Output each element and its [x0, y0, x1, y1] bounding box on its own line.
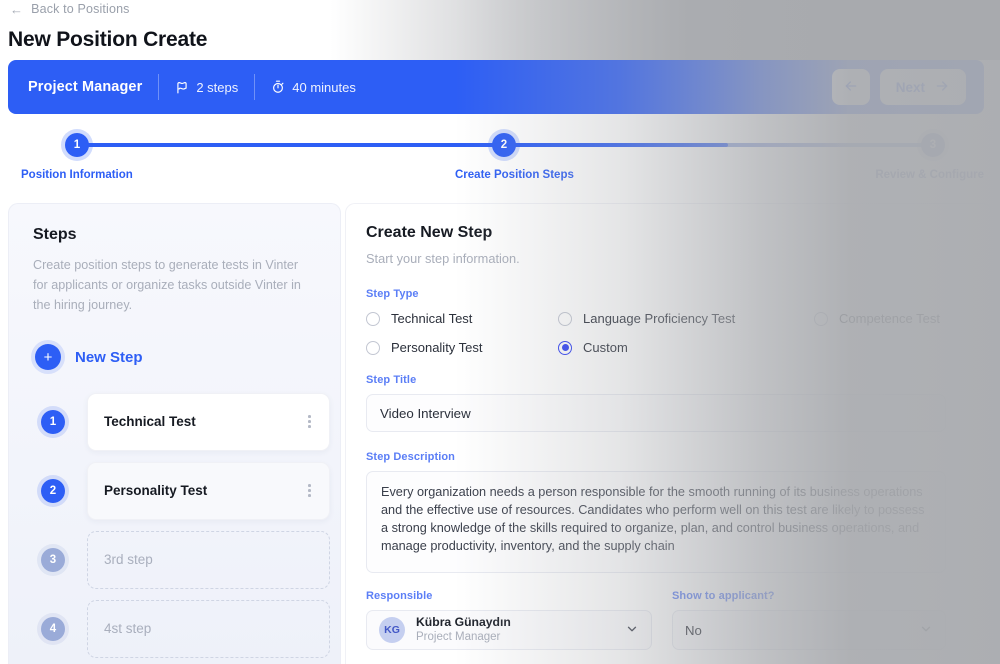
radio-technical-test[interactable]: Technical Test: [366, 311, 558, 326]
step-title-field-group: Step Title Video Interview: [366, 374, 946, 432]
step-type-radio-grid: Technical Test Language Proficiency Test…: [366, 311, 991, 355]
radio-circle-icon: [814, 311, 828, 326]
new-step-button[interactable]: + New Step: [35, 344, 340, 370]
step-card-placeholder-3[interactable]: 3rd step: [87, 530, 330, 589]
radio-personality-test[interactable]: Personality Test: [366, 340, 558, 355]
steps-list: 1 Technical Test 2 Personality Test 3 3r…: [9, 388, 340, 662]
steps-panel-title: Steps: [33, 226, 77, 243]
steps-meta: 2 steps: [175, 80, 238, 95]
step-card-technical-test[interactable]: Technical Test: [87, 392, 330, 451]
stepper-node-2[interactable]: 2: [492, 133, 516, 157]
stepper-node-3[interactable]: 3: [921, 133, 945, 157]
step-type-group: Step Type Technical Test Language Profic…: [366, 288, 991, 355]
new-step-label: New Step: [75, 348, 143, 366]
chevron-down-icon: [919, 622, 933, 639]
header-divider-1: [158, 74, 160, 100]
list-item: 1 Technical Test: [9, 388, 340, 455]
app-root: ← Back to Positions New Position Create …: [0, 0, 1000, 664]
next-step-button[interactable]: Next: [879, 69, 966, 105]
back-to-positions-label: Back to Positions: [31, 2, 130, 16]
step-options-icon[interactable]: [306, 482, 313, 499]
stepper-label-review-configure[interactable]: Review & Configure: [875, 169, 984, 181]
show-to-applicant-value: No: [685, 622, 702, 638]
radio-circle-icon: [366, 311, 380, 326]
stepper-node-1-number: 1: [73, 139, 81, 151]
back-to-positions-link[interactable]: ← Back to Positions: [10, 2, 130, 16]
responsible-select[interactable]: KG Kübra Günaydın Project Manager: [366, 610, 652, 650]
step-number-badge: 3: [41, 547, 65, 572]
stepper-node-2-number: 2: [500, 139, 508, 151]
step-title-label: Step Title: [366, 374, 417, 386]
radio-label: Technical Test: [391, 311, 473, 326]
radio-label: Personality Test: [391, 340, 483, 355]
steps-meta-label: 2 steps: [196, 79, 239, 95]
responsible-name: Kübra Günaydın: [416, 615, 511, 630]
bottom-fields-row: Responsible KG Kübra Günaydın Project Ma…: [366, 590, 991, 650]
arrow-left-icon: [843, 78, 859, 97]
responsible-role: Project Manager: [416, 631, 501, 644]
wizard-stepper: 1 2 3 Position Information Create Positi…: [0, 126, 1000, 198]
plus-icon: +: [35, 344, 61, 370]
radio-circle-icon: [366, 340, 380, 355]
step-card-personality-test[interactable]: Personality Test: [87, 461, 330, 520]
step-type-label: Step Type: [366, 288, 419, 300]
stopwatch-icon: [271, 80, 285, 94]
list-item: 4 4st step: [9, 595, 340, 662]
header-nav-buttons: Next: [831, 69, 966, 105]
step-number-badge: 4: [41, 616, 65, 641]
step-card-label: 4st step: [104, 621, 152, 636]
step-number-badge: 1: [41, 409, 65, 434]
responsible-field-group: Responsible KG Kübra Günaydın Project Ma…: [366, 590, 652, 650]
duration-meta: 40 minutes: [271, 80, 356, 95]
step-options-icon[interactable]: [306, 413, 313, 430]
radio-competence-test[interactable]: Competence Test: [814, 311, 991, 326]
list-item: 3 3rd step: [9, 526, 340, 593]
step-number-badge: 2: [41, 478, 65, 503]
step-card-label: Personality Test: [104, 483, 208, 498]
responsible-label: Responsible: [366, 590, 433, 602]
steps-panel-description: Create position steps to generate tests …: [33, 258, 301, 312]
radio-label: Language Proficiency Test: [583, 311, 736, 326]
position-name: Project Manager: [28, 79, 143, 95]
radio-custom[interactable]: Custom: [558, 340, 814, 355]
radio-label: Competence Test: [839, 311, 940, 326]
step-title-input[interactable]: Video Interview: [366, 394, 946, 432]
show-to-applicant-field-group: Show to applicant? No: [672, 590, 946, 650]
next-button-label: Next: [895, 79, 925, 95]
chevron-down-icon: [625, 622, 639, 639]
radio-circle-checked-icon: [558, 340, 572, 355]
responsible-value: Kübra Günaydın Project Manager: [416, 615, 625, 645]
duration-meta-label: 40 minutes: [292, 79, 356, 95]
arrow-right-icon: [934, 78, 950, 97]
step-card-label: Technical Test: [104, 414, 196, 429]
page-title: New Position Create: [8, 28, 208, 51]
create-step-panel: Create New Step Start your step informat…: [345, 203, 992, 664]
avatar: KG: [379, 617, 405, 643]
form-title: Create New Step: [366, 224, 493, 241]
show-to-applicant-label: Show to applicant?: [672, 590, 775, 602]
step-description-textarea[interactable]: Every organization needs a person respon…: [366, 471, 946, 573]
step-description-label: Step Description: [366, 451, 456, 463]
step-card-label: 3rd step: [104, 552, 153, 567]
flag-steps-icon: [175, 80, 189, 94]
steps-panel: Steps Create position steps to generate …: [8, 203, 341, 664]
form-subtitle: Start your step information.: [366, 251, 520, 266]
step-card-placeholder-4[interactable]: 4st step: [87, 599, 330, 658]
header-divider-2: [254, 74, 256, 100]
arrow-left-icon: ←: [10, 1, 24, 17]
list-item: 2 Personality Test: [9, 457, 340, 524]
stepper-label-position-information[interactable]: Position Information: [21, 169, 133, 181]
stepper-label-create-position-steps[interactable]: Create Position Steps: [455, 169, 574, 181]
radio-circle-icon: [558, 311, 572, 326]
show-to-applicant-select[interactable]: No: [672, 610, 946, 650]
stepper-node-1[interactable]: 1: [65, 133, 89, 157]
position-header-bar: Project Manager 2 steps 40 minutes Next: [8, 60, 984, 114]
radio-language-proficiency-test[interactable]: Language Proficiency Test: [558, 311, 814, 326]
previous-step-button[interactable]: [831, 69, 870, 105]
step-description-field-group: Step Description Every organization need…: [366, 451, 946, 573]
radio-label: Custom: [583, 340, 628, 355]
stepper-node-3-number: 3: [929, 139, 937, 151]
stepper-track-fill: [77, 143, 728, 147]
